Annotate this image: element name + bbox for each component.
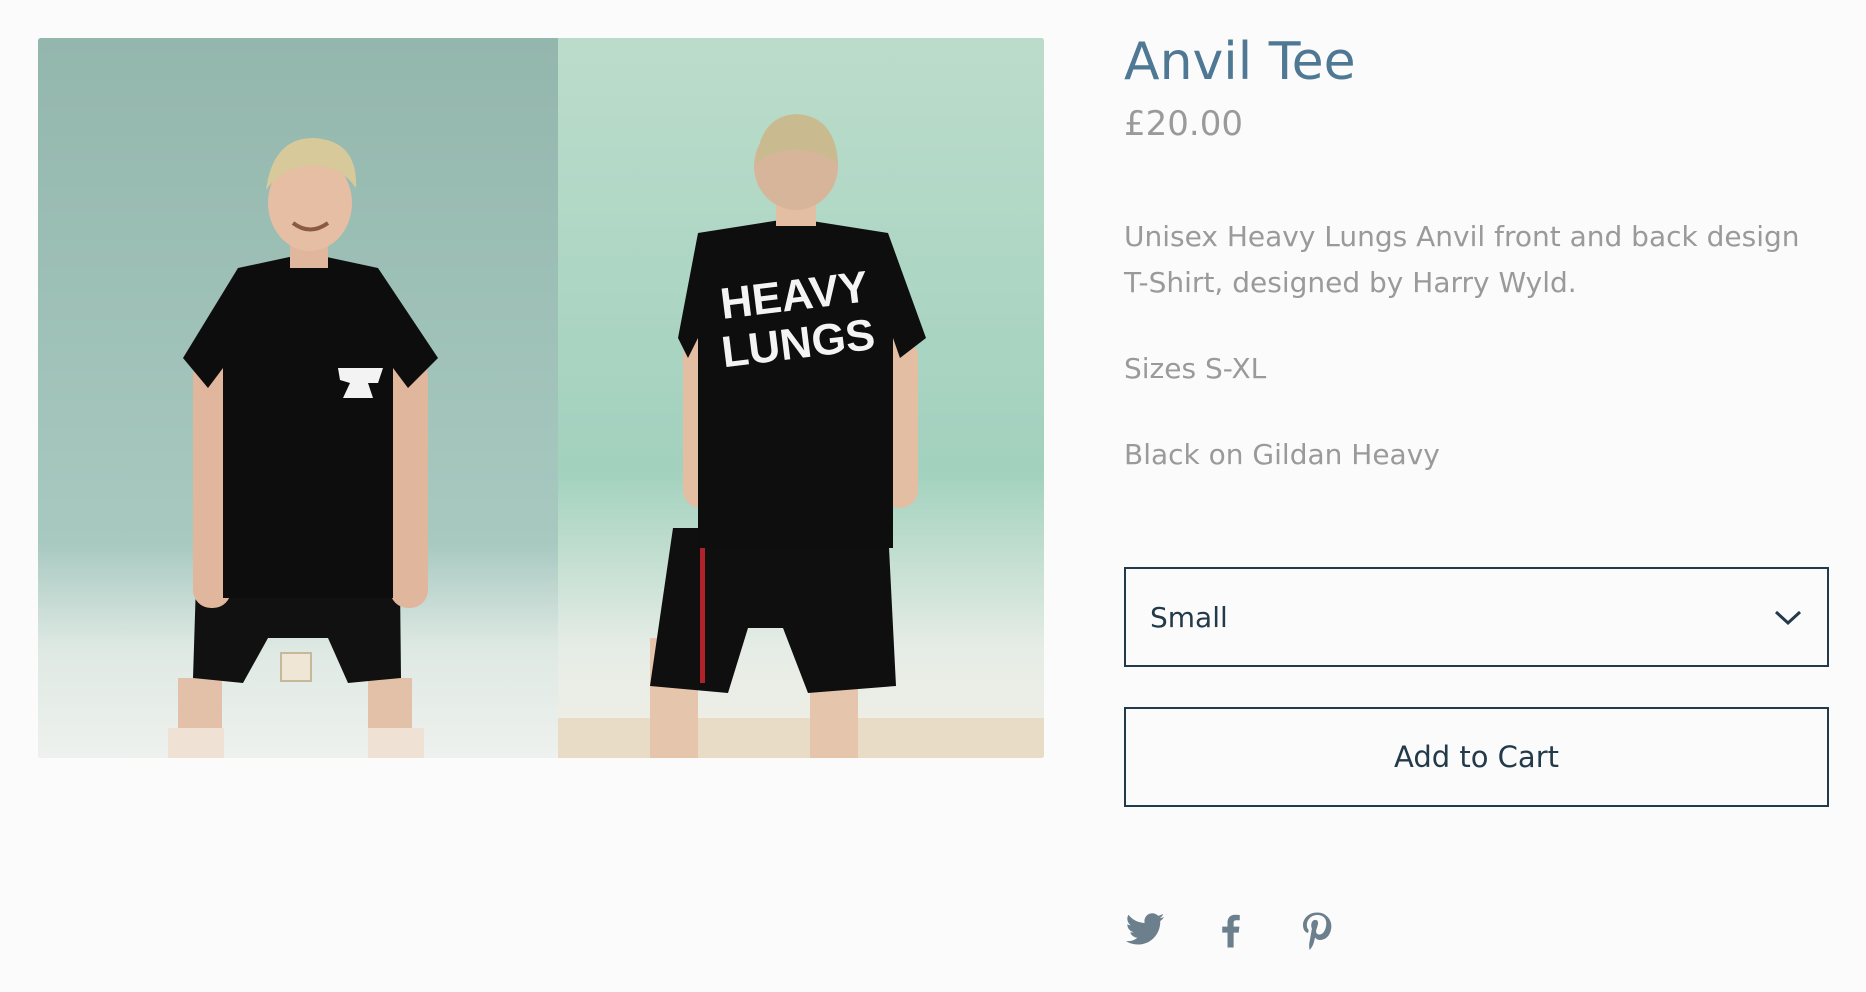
product-price: £20.00 (1124, 104, 1243, 144)
product-title: Anvil Tee (1124, 32, 1356, 92)
twitter-icon[interactable] (1124, 908, 1166, 952)
front-sock-right (368, 728, 424, 758)
description-paragraph: Black on Gildan Heavy (1124, 438, 1440, 471)
size-select-value: Small (1150, 600, 1228, 634)
facebook-icon[interactable] (1210, 908, 1252, 952)
skirting-board (558, 718, 1044, 758)
wall-socket (280, 652, 312, 682)
description-paragraph: Unisex Heavy Lungs Anvil front and back … (1124, 220, 1800, 299)
size-select[interactable]: Small (1124, 567, 1829, 667)
description-paragraph: Sizes S-XL (1124, 352, 1267, 385)
chevron-down-icon (1774, 610, 1802, 626)
back-tshirt (678, 218, 926, 548)
shorts-stripe (700, 543, 705, 683)
product-description: Unisex Heavy Lungs Anvil front and back … (1124, 214, 1829, 478)
pinterest-icon[interactable] (1296, 908, 1338, 952)
product-photo: HEAVY LUNGS (38, 38, 1044, 758)
product-info: Anvil Tee £20.00 Unisex Heavy Lungs Anvi… (1124, 28, 1829, 950)
share-links (1124, 908, 1338, 952)
front-sock-left (168, 728, 224, 758)
add-to-cart-button[interactable]: Add to Cart (1124, 707, 1829, 807)
front-arm-right (390, 358, 428, 608)
product-image[interactable]: HEAVY LUNGS (38, 38, 1044, 758)
